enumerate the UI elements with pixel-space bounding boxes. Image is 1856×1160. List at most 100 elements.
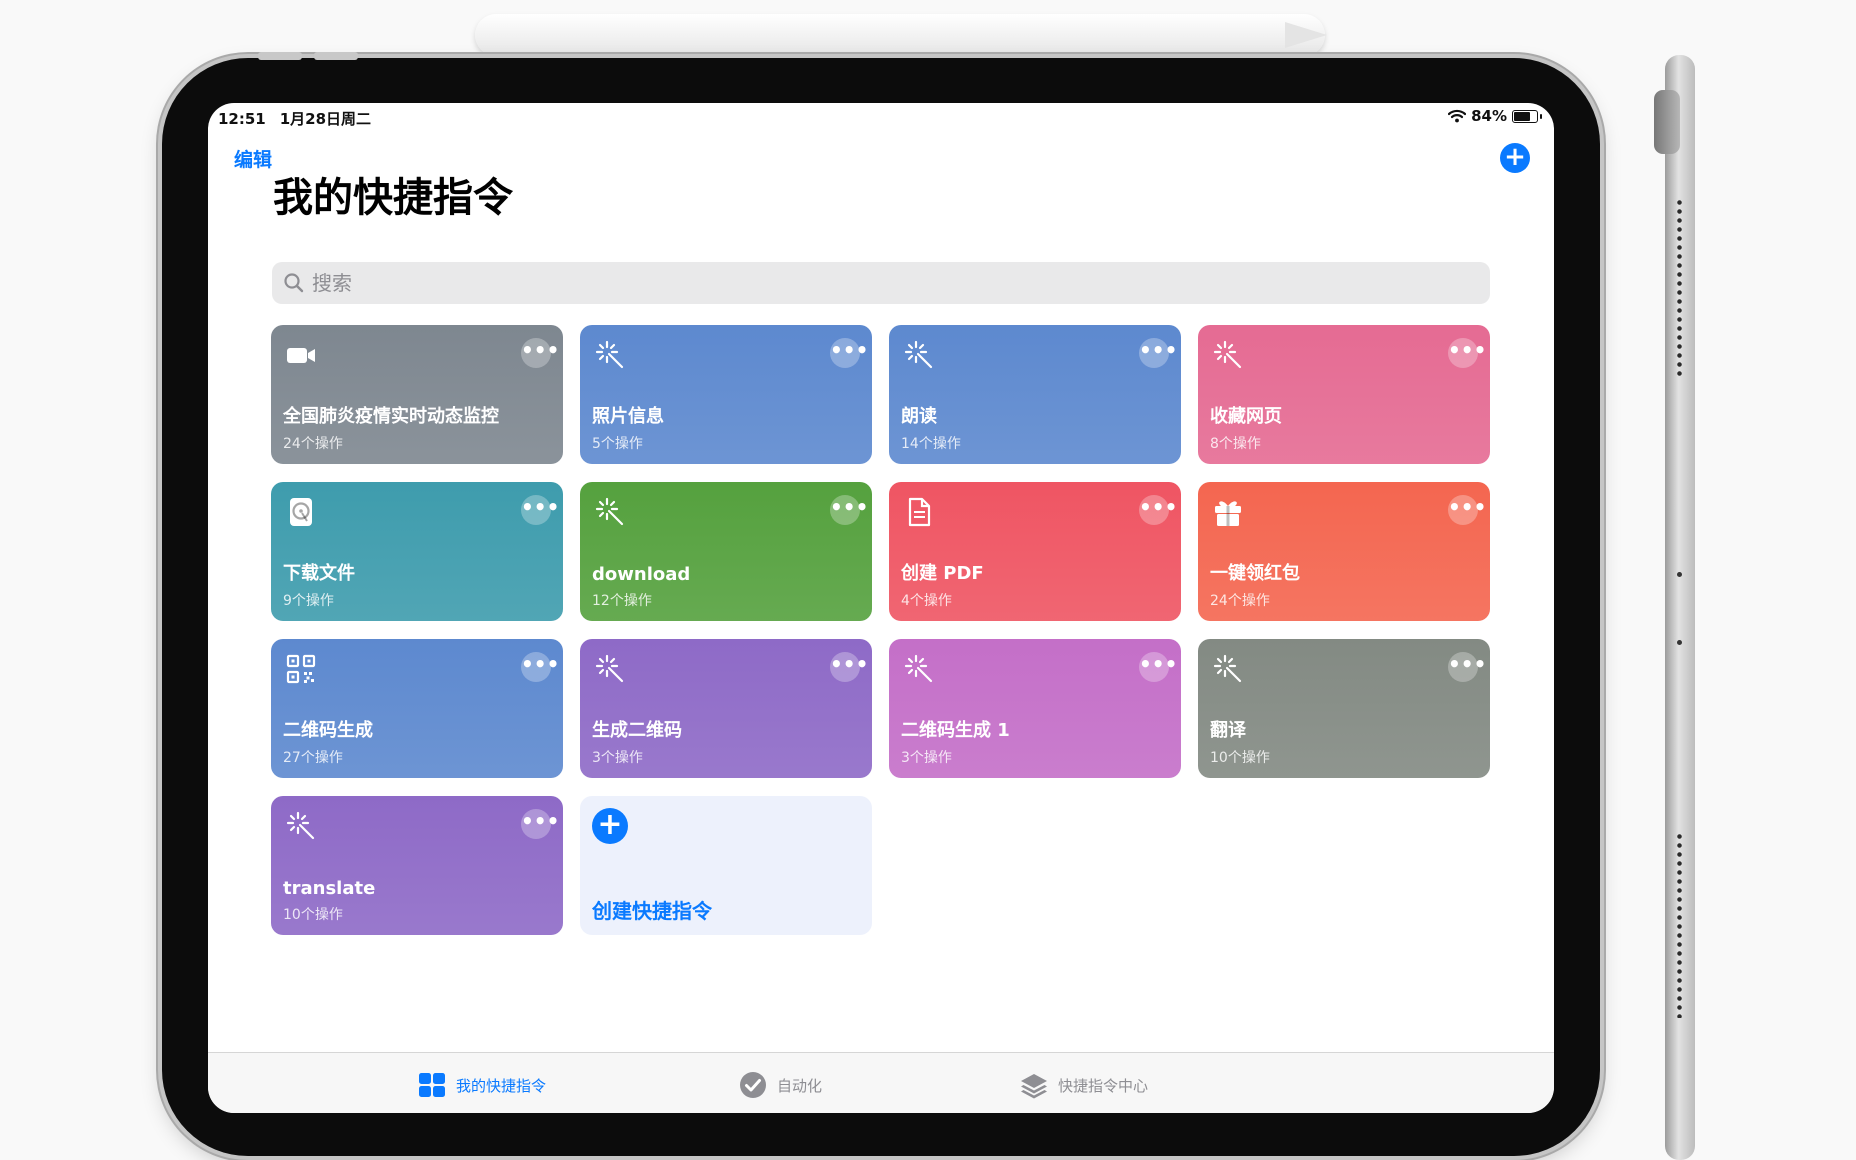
status-right: 84% bbox=[1448, 107, 1542, 125]
shortcut-action-count: 3个操作 bbox=[901, 750, 952, 766]
side-dot bbox=[1677, 572, 1682, 577]
more-options-button[interactable]: ••• bbox=[521, 338, 559, 368]
ipad-screen: 12:51 1月28日周二 84% 编辑 + 我的快捷指令 ••• 全国肺炎疫情实时… bbox=[208, 103, 1554, 1113]
more-options-button[interactable]: ••• bbox=[1139, 338, 1177, 368]
more-options-button[interactable]: ••• bbox=[1139, 495, 1177, 525]
battery-nub bbox=[1540, 113, 1542, 119]
shortcut-title: download bbox=[592, 564, 691, 585]
tab-bar: 我的快捷指令 自动化 快捷指令中心 bbox=[208, 1052, 1554, 1113]
wifi-icon bbox=[1448, 109, 1467, 123]
shortcut-title: 创建 PDF bbox=[901, 563, 984, 584]
apple-pencil bbox=[475, 14, 1325, 56]
battery-icon bbox=[1512, 109, 1538, 123]
shortcut-card[interactable]: ••• 二维码生成 27个操作 bbox=[271, 639, 563, 778]
shortcut-card[interactable]: ••• 收藏网页 8个操作 bbox=[1198, 325, 1490, 464]
shortcut-card[interactable]: ••• translate 10个操作 bbox=[271, 796, 563, 935]
gift-icon bbox=[1212, 496, 1244, 528]
magic-wand-icon bbox=[594, 496, 626, 528]
shortcut-action-count: 27个操作 bbox=[283, 750, 343, 766]
shortcut-title: 照片信息 bbox=[592, 406, 664, 427]
shortcut-title: 收藏网页 bbox=[1210, 406, 1282, 427]
shortcut-title: 生成二维码 bbox=[592, 720, 682, 741]
shortcut-title: 翻译 bbox=[1210, 720, 1246, 741]
shortcut-action-count: 8个操作 bbox=[1210, 436, 1261, 452]
apple-pencil-tip bbox=[1285, 22, 1327, 48]
tab-my-shortcuts[interactable]: 我的快捷指令 bbox=[417, 1070, 546, 1100]
shortcut-card[interactable]: ••• 生成二维码 3个操作 bbox=[580, 639, 872, 778]
side-camera-bump bbox=[1654, 90, 1680, 154]
more-options-button[interactable]: ••• bbox=[1448, 338, 1486, 368]
qr-code-icon bbox=[285, 653, 317, 685]
shortcut-card[interactable]: ••• 创建 PDF 4个操作 bbox=[889, 482, 1181, 621]
speaker-grille-top bbox=[1676, 198, 1683, 380]
shortcut-action-count: 4个操作 bbox=[901, 593, 952, 609]
shortcuts-grid: ••• 全国肺炎疫情实时动态监控 24个操作 ••• 照片信息 5个操作 ••• 朗读 14个操… bbox=[271, 325, 1490, 935]
shortcut-card[interactable]: ••• download 12个操作 bbox=[580, 482, 872, 621]
shortcut-title: 二维码生成 1 bbox=[901, 720, 1010, 741]
magic-wand-icon bbox=[903, 653, 935, 685]
plus-icon: + bbox=[1504, 142, 1526, 172]
shortcut-action-count: 12个操作 bbox=[592, 593, 652, 609]
shortcut-action-count: 24个操作 bbox=[283, 436, 343, 452]
create-shortcut-label: 创建快捷指令 bbox=[592, 899, 712, 923]
search-bar[interactable] bbox=[272, 262, 1490, 304]
shortcut-title: 一键领红包 bbox=[1210, 563, 1300, 584]
shortcut-title: 朗读 bbox=[901, 406, 937, 427]
magic-wand-icon bbox=[594, 653, 626, 685]
video-camera-icon bbox=[285, 339, 317, 371]
shortcut-card[interactable]: ••• 一键领红包 24个操作 bbox=[1198, 482, 1490, 621]
shortcut-action-count: 5个操作 bbox=[592, 436, 643, 452]
shortcut-card[interactable]: ••• 翻译 10个操作 bbox=[1198, 639, 1490, 778]
more-options-button[interactable]: ••• bbox=[1448, 495, 1486, 525]
tab-label: 我的快捷指令 bbox=[456, 1076, 547, 1095]
grid-icon bbox=[419, 1073, 445, 1097]
create-shortcut-card[interactable]: + 创建快捷指令 bbox=[580, 796, 872, 935]
shortcut-title: translate bbox=[283, 878, 376, 899]
search-input[interactable] bbox=[310, 270, 1464, 296]
shortcut-card[interactable]: ••• 全国肺炎疫情实时动态监控 24个操作 bbox=[271, 325, 563, 464]
page-title: 我的快捷指令 bbox=[273, 175, 513, 221]
battery-percent: 84% bbox=[1471, 107, 1507, 125]
shortcut-action-count: 10个操作 bbox=[1210, 750, 1270, 766]
edit-button[interactable]: 编辑 bbox=[234, 145, 272, 172]
status-time: 12:51 bbox=[218, 110, 266, 128]
shortcut-card[interactable]: ••• 下载文件 9个操作 bbox=[271, 482, 563, 621]
shortcut-title: 全国肺炎疫情实时动态监控 bbox=[283, 406, 499, 427]
shortcut-card[interactable]: ••• 朗读 14个操作 bbox=[889, 325, 1181, 464]
magic-wand-icon bbox=[594, 339, 626, 371]
more-options-button[interactable]: ••• bbox=[830, 495, 868, 525]
shortcut-card[interactable]: ••• 二维码生成 1 3个操作 bbox=[889, 639, 1181, 778]
battery-fill bbox=[1514, 111, 1530, 121]
shortcut-action-count: 24个操作 bbox=[1210, 593, 1270, 609]
tab-automation[interactable]: 自动化 bbox=[738, 1070, 822, 1100]
hard-drive-icon bbox=[285, 496, 317, 528]
magic-wand-icon bbox=[1212, 653, 1244, 685]
tab-label: 快捷指令中心 bbox=[1058, 1076, 1149, 1095]
side-dot bbox=[1677, 640, 1682, 645]
more-options-button[interactable]: ••• bbox=[521, 809, 559, 839]
volume-button bbox=[258, 52, 302, 60]
more-options-button[interactable]: ••• bbox=[521, 652, 559, 682]
shortcut-action-count: 14个操作 bbox=[901, 436, 961, 452]
status-date: 1月28日周二 bbox=[279, 110, 372, 128]
status-left: 12:51 1月28日周二 bbox=[218, 108, 385, 129]
speaker-grille-bottom bbox=[1676, 832, 1683, 1018]
more-options-button[interactable]: ••• bbox=[1139, 652, 1177, 682]
shortcut-action-count: 10个操作 bbox=[283, 907, 343, 923]
more-options-button[interactable]: ••• bbox=[1448, 652, 1486, 682]
magic-wand-icon bbox=[1212, 339, 1244, 371]
volume-button bbox=[314, 52, 358, 60]
search-icon bbox=[284, 273, 304, 293]
tab-label: 自动化 bbox=[777, 1076, 823, 1095]
tab-gallery[interactable]: 快捷指令中心 bbox=[1019, 1070, 1148, 1100]
shortcut-card[interactable]: ••• 照片信息 5个操作 bbox=[580, 325, 872, 464]
plus-icon: + bbox=[592, 808, 628, 844]
add-shortcut-button[interactable]: + bbox=[1500, 143, 1530, 173]
more-options-button[interactable]: ••• bbox=[521, 495, 559, 525]
more-options-button[interactable]: ••• bbox=[830, 652, 868, 682]
shortcut-title: 二维码生成 bbox=[283, 720, 373, 741]
more-options-button[interactable]: ••• bbox=[830, 338, 868, 368]
shortcut-action-count: 9个操作 bbox=[283, 593, 334, 609]
document-icon bbox=[903, 496, 935, 528]
checkmark-circle-icon bbox=[740, 1072, 766, 1098]
